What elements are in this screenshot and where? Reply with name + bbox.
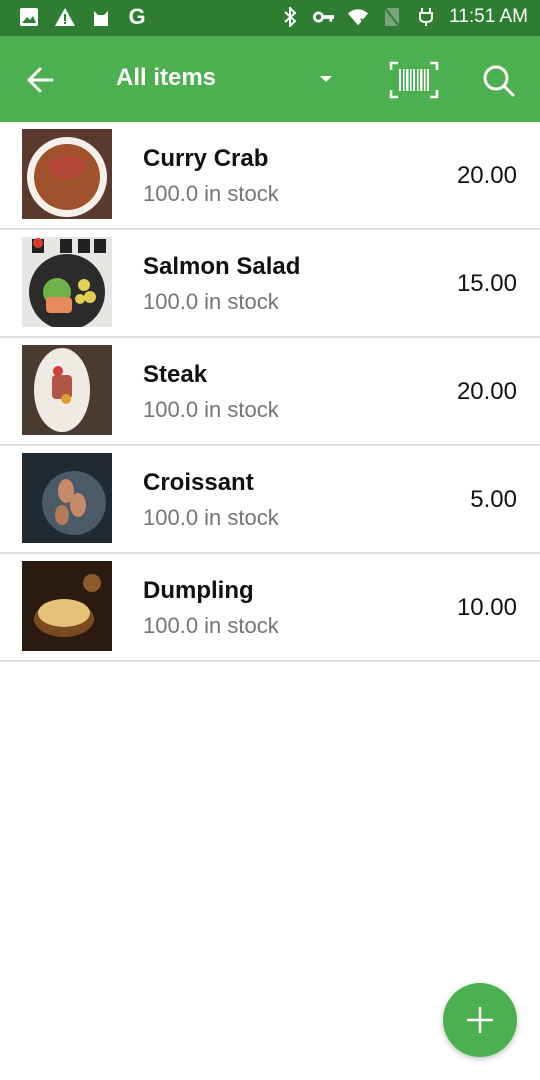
category-filter-title[interactable]: All items — [116, 64, 216, 92]
image-icon — [18, 6, 40, 28]
battery-charging-icon — [415, 6, 437, 28]
item-thumbnail — [22, 129, 112, 219]
barcode-scan-icon — [389, 61, 439, 99]
list-item[interactable]: Dumpling 100.0 in stock 10.00 — [0, 554, 540, 662]
bluetooth-icon — [279, 6, 301, 28]
plus-icon — [467, 1007, 493, 1033]
list-item[interactable]: Curry Crab 100.0 in stock 20.00 — [0, 122, 540, 230]
item-name: Croissant — [143, 469, 254, 496]
vpn-key-icon — [313, 6, 335, 28]
item-thumbnail — [22, 453, 112, 543]
status-bar: G 11:51 AM — [0, 0, 540, 36]
back-button[interactable] — [22, 60, 62, 100]
arrow-left-icon — [27, 67, 54, 93]
barcode-scan-button[interactable] — [388, 60, 440, 100]
item-stock: 100.0 in stock — [143, 181, 279, 206]
item-name: Steak — [143, 361, 208, 388]
add-item-button[interactable] — [443, 983, 517, 1057]
item-stock: 100.0 in stock — [143, 505, 279, 530]
warning-icon — [54, 6, 76, 28]
clock: 11:51 AM — [449, 6, 528, 27]
wifi-off-icon — [347, 6, 369, 28]
google-icon: G — [128, 4, 146, 29]
item-name: Dumpling — [143, 577, 254, 604]
item-price: 15.00 — [456, 270, 517, 297]
item-list: Curry Crab 100.0 in stock 20.00 Salmon S… — [0, 122, 540, 662]
item-stock: 100.0 in stock — [143, 397, 279, 422]
dropdown-icon[interactable] — [320, 76, 332, 82]
search-icon — [483, 65, 515, 97]
item-stock: 100.0 in stock — [143, 289, 279, 314]
item-thumbnail — [22, 561, 112, 651]
list-item[interactable]: Steak 100.0 in stock 20.00 — [0, 338, 540, 446]
item-thumbnail — [22, 345, 112, 435]
list-item[interactable]: Salmon Salad 100.0 in stock 15.00 — [0, 230, 540, 338]
item-name: Curry Crab — [143, 145, 269, 172]
item-price: 20.00 — [456, 162, 517, 189]
no-sim-icon — [381, 6, 403, 28]
app-toolbar: All items — [0, 36, 540, 122]
search-button[interactable] — [478, 60, 518, 100]
item-price: 10.00 — [456, 594, 517, 621]
item-price: 5.00 — [470, 486, 517, 513]
item-stock: 100.0 in stock — [143, 613, 279, 638]
item-name: Salmon Salad — [143, 253, 301, 280]
list-item[interactable]: Croissant 100.0 in stock 5.00 — [0, 446, 540, 554]
cat-icon — [90, 6, 112, 28]
item-thumbnail — [22, 237, 112, 327]
item-price: 20.00 — [456, 378, 517, 405]
